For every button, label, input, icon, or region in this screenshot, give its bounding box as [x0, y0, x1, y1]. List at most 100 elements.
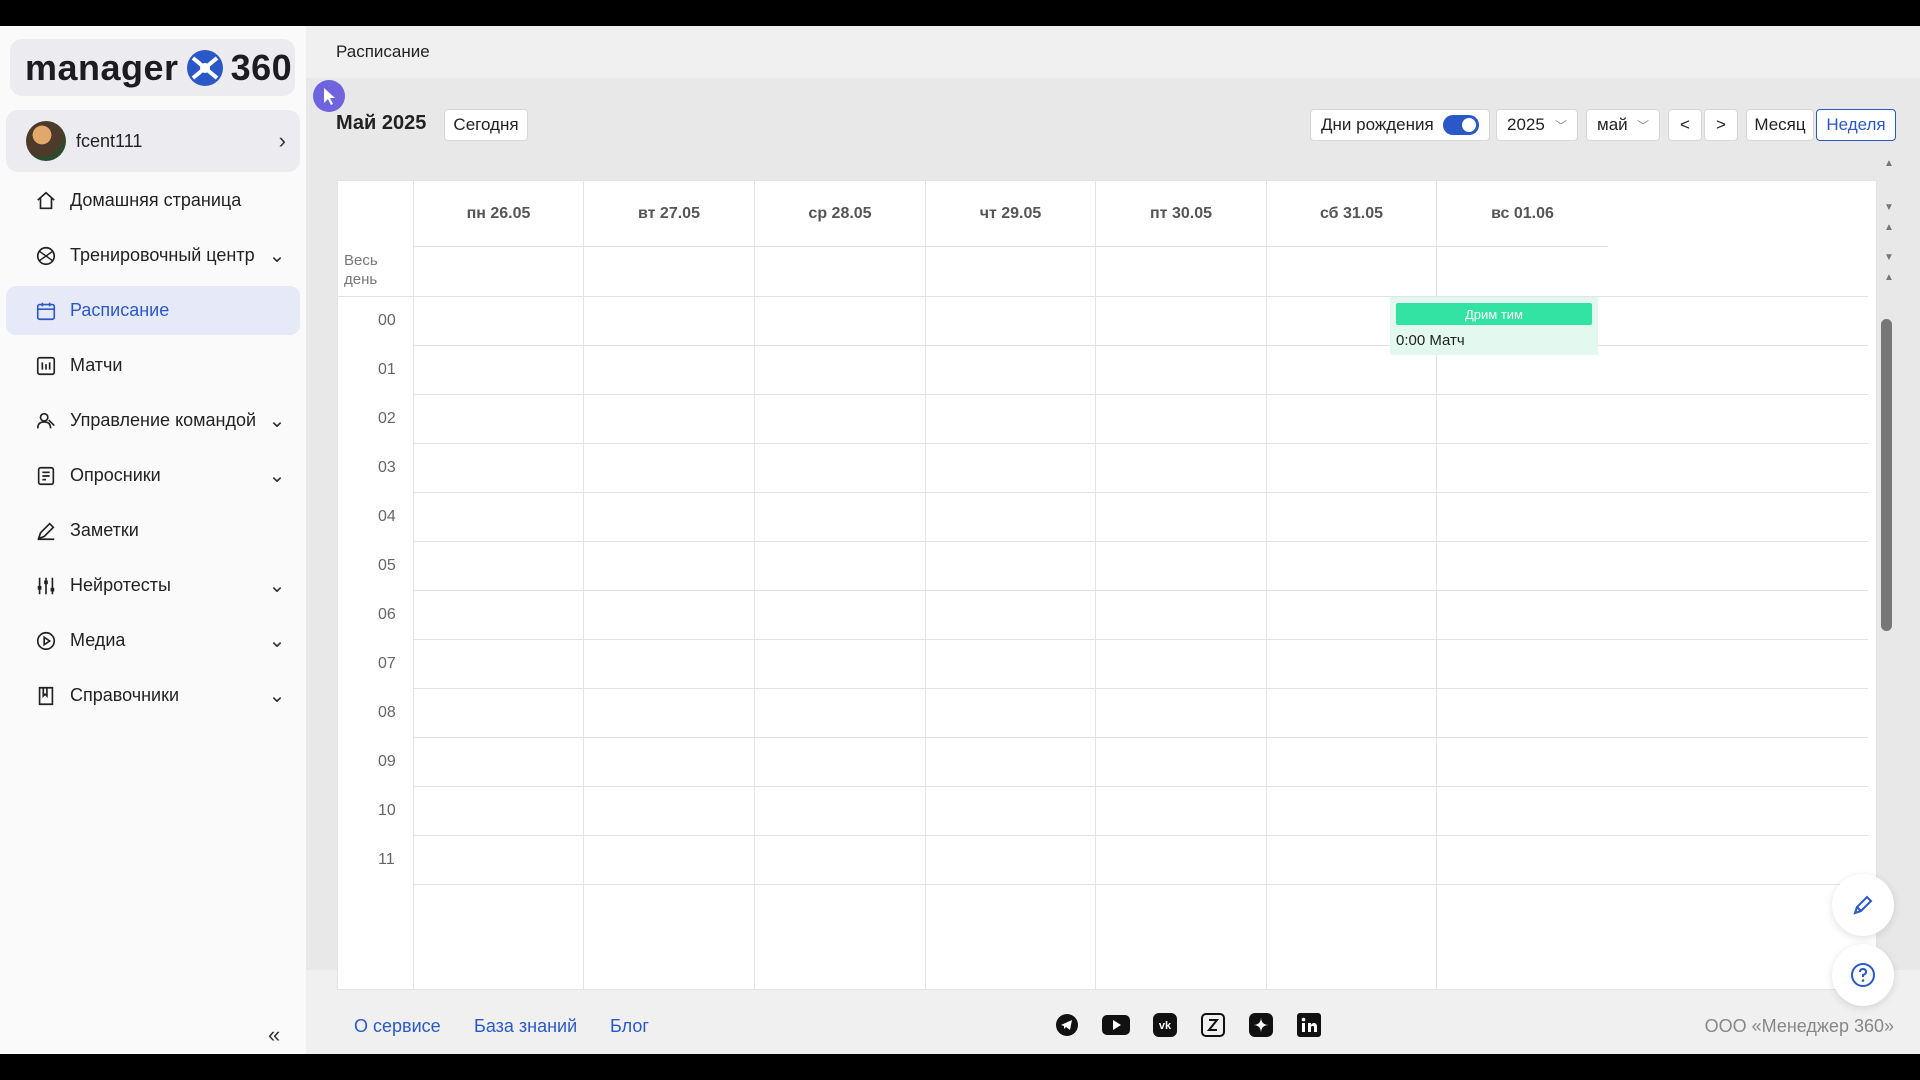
- svg-text:vk: vk: [1159, 1020, 1172, 1032]
- chevron-down-icon[interactable]: ⌄: [268, 411, 286, 431]
- calendar-icon: [34, 299, 58, 323]
- hour-label: 03: [378, 459, 396, 476]
- birthdays-toggle[interactable]: Дни рождения: [1310, 109, 1490, 141]
- book-icon: [34, 684, 58, 708]
- day-header[interactable]: пт 30.05: [1095, 181, 1266, 247]
- linkedin-icon[interactable]: [1296, 1012, 1322, 1038]
- day-header[interactable]: ср 28.05: [754, 181, 925, 247]
- telegram-icon[interactable]: [1054, 1012, 1080, 1038]
- copyright: ООО «Менеджер 360»: [1704, 1016, 1894, 1036]
- toggle-switch[interactable]: [1443, 115, 1479, 135]
- hour-row[interactable]: [413, 738, 1868, 787]
- scroll-up-icon[interactable]: ▲: [1884, 158, 1894, 169]
- hour-label: 04: [378, 508, 396, 525]
- youtube-icon[interactable]: [1102, 1012, 1130, 1038]
- sidebar-item[interactable]: Нейротесты ⌄: [6, 561, 300, 610]
- day-header[interactable]: чт 29.05: [925, 181, 1095, 247]
- calendar-toolbar: Май 2025 Сегодня Дни рождения 2025 ﹀ май…: [336, 109, 1896, 141]
- event-title[interactable]: 0:00 Матч: [1396, 332, 1465, 349]
- collapse-sidebar-icon[interactable]: «: [268, 1022, 280, 1048]
- year-select[interactable]: 2025 ﹀: [1496, 109, 1578, 141]
- day-header[interactable]: вс 01.06: [1436, 181, 1608, 247]
- sidebar-item-label: Опросники: [70, 465, 161, 485]
- scrollbar-thumb[interactable]: [1881, 319, 1892, 631]
- chevron-down-icon[interactable]: ⌄: [268, 631, 286, 651]
- user-card[interactable]: fcent111 ›: [6, 110, 300, 172]
- scroll-down-icon[interactable]: ▼: [1884, 252, 1894, 263]
- day-header[interactable]: сб 31.05: [1266, 181, 1436, 247]
- logo[interactable]: manager 360: [10, 39, 295, 96]
- hour-row[interactable]: [413, 297, 1868, 346]
- sidebar-item[interactable]: Управление командой ⌄: [6, 396, 300, 445]
- chevron-down-icon[interactable]: ⌄: [268, 686, 286, 706]
- scroll-down-icon[interactable]: ▼: [1884, 202, 1894, 213]
- sidebar-item[interactable]: Опросники ⌄: [6, 451, 300, 500]
- chevron-down-icon[interactable]: ⌄: [268, 246, 286, 266]
- sidebar-item-label: Нейротесты: [70, 575, 171, 595]
- ball-logo-icon: [186, 49, 223, 86]
- sidebar-item[interactable]: Домашняя страница: [6, 176, 300, 225]
- sidebar-item[interactable]: Справочники ⌄: [6, 671, 300, 720]
- prev-button[interactable]: <: [1668, 109, 1702, 141]
- hour-row[interactable]: [413, 640, 1868, 689]
- footer-link-blog[interactable]: Блог: [610, 1016, 649, 1037]
- hour-label: 06: [378, 606, 396, 623]
- hour-row[interactable]: [413, 836, 1868, 885]
- view-week-button[interactable]: Неделя: [1816, 109, 1896, 141]
- hour-row[interactable]: [413, 591, 1868, 640]
- breadcrumb: Расписание: [336, 42, 430, 61]
- help-fab[interactable]: [1832, 944, 1894, 1006]
- sidebar-item[interactable]: Расписание: [6, 286, 300, 335]
- hour-label: 08: [378, 704, 396, 721]
- sidebar-item[interactable]: Тренировочный центр ⌄: [6, 231, 300, 280]
- hour-row[interactable]: [413, 689, 1868, 738]
- chevron-down-icon: ﹀: [1554, 118, 1567, 133]
- month-value: май: [1597, 115, 1628, 134]
- day-header[interactable]: пн 26.05: [413, 181, 583, 247]
- event-team-tag[interactable]: Дрим тим: [1396, 303, 1592, 325]
- hour-label: 10: [378, 802, 396, 819]
- sidebar-item[interactable]: Матчи: [6, 341, 300, 390]
- chevron-right-icon: ›: [278, 128, 286, 153]
- footer-link-about[interactable]: О сервисе: [354, 1016, 441, 1037]
- allday-row[interactable]: [338, 247, 1868, 297]
- notes-fab[interactable]: [1832, 874, 1894, 936]
- survey-icon: [34, 464, 58, 488]
- hour-label: 00: [378, 312, 396, 329]
- hour-label: 11: [378, 851, 395, 868]
- sidebar-item-label: Управление командой: [70, 410, 257, 430]
- sidebar-item-label: Медиа: [70, 630, 126, 650]
- next-button[interactable]: >: [1704, 109, 1738, 141]
- footer-link-knowledge[interactable]: База знаний: [474, 1016, 577, 1037]
- vk-icon[interactable]: vk: [1152, 1012, 1178, 1038]
- hour-row[interactable]: [413, 493, 1868, 542]
- hour-row[interactable]: [413, 787, 1868, 836]
- sidebar-item[interactable]: Медиа ⌄: [6, 616, 300, 665]
- hour-row[interactable]: [413, 444, 1868, 493]
- month-select[interactable]: май ﹀: [1586, 109, 1660, 141]
- sidebar-item[interactable]: Заметки: [6, 506, 300, 555]
- sidebar-item-label: Заметки: [70, 520, 139, 540]
- play-icon: [34, 629, 58, 653]
- hour-row[interactable]: [413, 346, 1868, 395]
- hour-row[interactable]: [413, 542, 1868, 591]
- chevron-down-icon: ﹀: [1636, 118, 1649, 133]
- day-header[interactable]: вт 27.05: [583, 181, 754, 247]
- view-month-button[interactable]: Месяц: [1746, 109, 1814, 141]
- cursor-icon: [324, 88, 335, 105]
- yandex-zen-icon[interactable]: [1200, 1012, 1226, 1038]
- pen-icon: [1853, 895, 1873, 915]
- scroll-up-icon[interactable]: ▲: [1884, 272, 1894, 283]
- hour-label: 01: [378, 361, 396, 378]
- hour-row[interactable]: [413, 395, 1868, 444]
- dzen-star-icon[interactable]: [1248, 1012, 1274, 1038]
- chevron-down-icon[interactable]: ⌄: [268, 466, 286, 486]
- today-button[interactable]: Сегодня: [444, 109, 528, 141]
- mouse-cursor-indicator: [313, 80, 345, 112]
- help-icon: [1851, 963, 1875, 987]
- scroll-up-icon[interactable]: ▲: [1884, 222, 1894, 233]
- app-window: manager 360 fcent111 › Домашняя страница…: [0, 26, 1920, 1054]
- chevron-down-icon[interactable]: ⌄: [268, 576, 286, 596]
- footer: О сервисе База знаний Блог vk ООО «Менед…: [306, 1006, 1920, 1054]
- ball-icon: [34, 244, 58, 268]
